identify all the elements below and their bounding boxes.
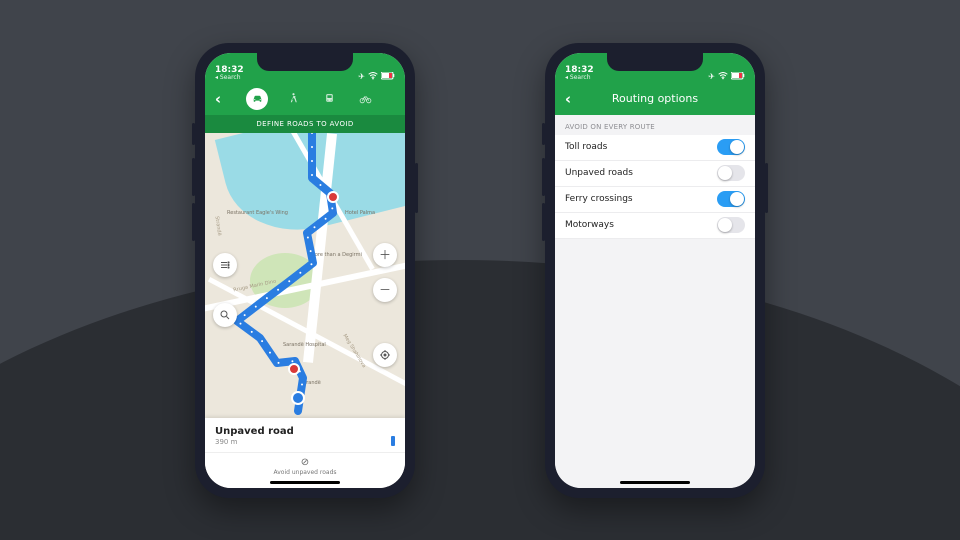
mode-bike[interactable]	[354, 88, 376, 110]
avoid-icon: ⊘	[205, 457, 405, 468]
avoid-label: Avoid unpaved roads	[205, 469, 405, 476]
settings-header: ‹ Routing options	[555, 83, 755, 115]
mode-car[interactable]	[246, 88, 268, 110]
settings-body: AVOID ON EVERY ROUTE Toll roads Unpaved r…	[555, 115, 755, 488]
mode-header: ‹	[205, 83, 405, 115]
poi-hotel: Hotel Palma	[345, 211, 375, 217]
settings-row-label: Motorways	[565, 220, 614, 230]
zoom-out-button[interactable]: －	[373, 278, 397, 302]
bookmark-icon[interactable]	[391, 436, 395, 446]
toggle-toll-roads[interactable]	[717, 139, 745, 155]
bottom-sheet[interactable]: Unpaved road 390 m ⊘ Avoid unpaved roads	[205, 418, 405, 488]
poi-hospital: Sarandë Hospital	[283, 343, 326, 349]
define-roads-banner[interactable]: DEFINE ROADS TO AVOID	[205, 115, 405, 133]
pin-waypoint[interactable]	[288, 363, 300, 375]
home-indicator	[620, 481, 690, 484]
route-segment-card[interactable]: Unpaved road 390 m	[205, 418, 405, 453]
phone-left: 18:32 ◂ Search ✈ ‹ DEFINE ROADS TO AVOID	[195, 43, 415, 498]
settings-row-motorways[interactable]: Motorways	[555, 213, 755, 239]
screen-right: 18:32 ◂ Search ✈ ‹ Routing options AVOID…	[555, 53, 755, 488]
section-header: AVOID ON EVERY ROUTE	[555, 115, 755, 135]
battery-icon	[381, 72, 395, 80]
home-indicator	[270, 481, 340, 484]
mode-walk[interactable]	[282, 88, 304, 110]
status-back[interactable]: ◂ Search	[565, 75, 594, 81]
settings-row-label: Toll roads	[565, 142, 607, 152]
status-back[interactable]: ◂ Search	[215, 75, 244, 81]
wifi-icon	[368, 72, 378, 80]
settings-row-label: Unpaved roads	[565, 168, 633, 178]
page-title: Routing options	[581, 92, 729, 105]
airplane-icon: ✈	[708, 72, 715, 81]
pin-current-location[interactable]	[291, 391, 305, 405]
phones-row: 18:32 ◂ Search ✈ ‹ DEFINE ROADS TO AVOID	[0, 0, 960, 540]
phone-right: 18:32 ◂ Search ✈ ‹ Routing options AVOID…	[545, 43, 765, 498]
toggle-unpaved-roads[interactable]	[717, 165, 745, 181]
toggle-ferry-crossings[interactable]	[717, 191, 745, 207]
toggle-motorways[interactable]	[717, 217, 745, 233]
airplane-icon: ✈	[358, 72, 365, 81]
search-button[interactable]	[213, 303, 237, 327]
back-button[interactable]: ‹	[205, 83, 231, 115]
poi-restaurant: Restaurant Eagle's Wing	[227, 211, 288, 217]
water	[215, 133, 405, 247]
mode-selector	[231, 88, 391, 110]
poi-text: more than a Degirmi	[310, 253, 362, 259]
road-label-3: Strandë	[214, 215, 223, 235]
zoom-in-button[interactable]: ＋	[373, 243, 397, 267]
segment-distance: 390 m	[215, 438, 395, 446]
back-button[interactable]: ‹	[555, 83, 581, 115]
stage: 18:32 ◂ Search ✈ ‹ DEFINE ROADS TO AVOID	[0, 0, 960, 540]
settings-row-ferry-crossings[interactable]: Ferry crossings	[555, 187, 755, 213]
segment-title: Unpaved road	[215, 426, 395, 437]
settings-row-toll-roads[interactable]: Toll roads	[555, 135, 755, 161]
wifi-icon	[718, 72, 728, 80]
screen-left: 18:32 ◂ Search ✈ ‹ DEFINE ROADS TO AVOID	[205, 53, 405, 488]
mode-transit[interactable]	[318, 88, 340, 110]
battery-icon	[731, 72, 745, 80]
notch	[257, 53, 353, 71]
poi-city: Sarandë	[300, 381, 321, 387]
pin-destination[interactable]	[327, 191, 339, 203]
notch	[607, 53, 703, 71]
settings-list: Toll roads Unpaved roads Ferry crossings Mo…	[555, 135, 755, 239]
settings-row-unpaved-roads[interactable]: Unpaved roads	[555, 161, 755, 187]
layers-button[interactable]	[213, 253, 237, 277]
locate-button[interactable]	[373, 343, 397, 367]
settings-row-label: Ferry crossings	[565, 194, 633, 204]
